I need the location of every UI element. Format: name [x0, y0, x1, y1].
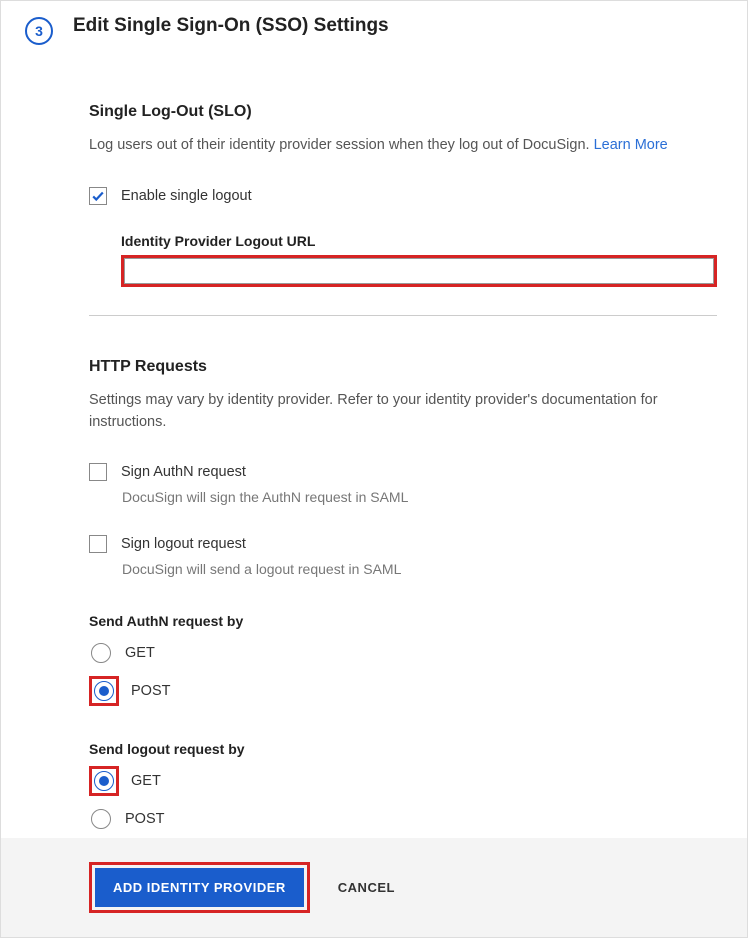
enable-slo-checkbox[interactable]	[89, 187, 107, 205]
sign-authn-label: Sign AuthN request	[121, 464, 246, 480]
sign-authn-sub: DocuSign will sign the AuthN request in …	[122, 489, 717, 505]
sign-logout-label: Sign logout request	[121, 536, 246, 552]
send-logout-post-label: POST	[125, 811, 164, 827]
sign-authn-row: Sign AuthN request	[89, 463, 717, 481]
send-authn-post-row: POST	[89, 677, 717, 705]
logout-url-input[interactable]	[124, 258, 714, 284]
logout-url-group: Identity Provider Logout URL	[121, 233, 717, 287]
page-title: Edit Single Sign-On (SSO) Settings	[73, 15, 389, 37]
send-logout-group-label: Send logout request by	[89, 741, 717, 757]
http-section-title: HTTP Requests	[89, 358, 717, 376]
send-logout-get-label: GET	[131, 773, 161, 789]
send-authn-post-highlight	[89, 676, 119, 706]
logout-url-highlight	[121, 255, 717, 287]
send-logout-post-wrapper	[89, 807, 113, 831]
send-authn-group-label: Send AuthN request by	[89, 613, 717, 629]
content-area: Single Log-Out (SLO) Log users out of th…	[1, 103, 747, 833]
learn-more-link[interactable]: Learn More	[594, 137, 668, 153]
add-identity-provider-button[interactable]: ADD IDENTITY PROVIDER	[95, 868, 304, 907]
sign-logout-checkbox[interactable]	[89, 535, 107, 553]
send-authn-get-label: GET	[125, 645, 155, 661]
slo-description: Log users out of their identity provider…	[89, 135, 717, 157]
sign-logout-row: Sign logout request	[89, 535, 717, 553]
sign-authn-checkbox[interactable]	[89, 463, 107, 481]
slo-section-title: Single Log-Out (SLO)	[89, 103, 717, 121]
step-indicator: 3	[25, 17, 53, 45]
enable-slo-row: Enable single logout	[89, 187, 717, 205]
send-logout-post-row: POST	[89, 805, 717, 833]
send-authn-get-wrapper	[89, 641, 113, 665]
send-logout-post-radio[interactable]	[91, 809, 111, 829]
send-authn-get-row: GET	[89, 639, 717, 667]
section-divider	[89, 315, 717, 316]
check-icon	[91, 189, 105, 203]
send-authn-post-radio[interactable]	[94, 681, 114, 701]
send-logout-get-highlight	[89, 766, 119, 796]
footer-bar: ADD IDENTITY PROVIDER CANCEL	[1, 838, 747, 937]
send-authn-get-radio[interactable]	[91, 643, 111, 663]
send-logout-get-radio[interactable]	[94, 771, 114, 791]
send-logout-get-row: GET	[89, 767, 717, 795]
send-authn-post-label: POST	[131, 683, 170, 699]
http-description: Settings may vary by identity provider. …	[89, 390, 717, 434]
add-provider-highlight: ADD IDENTITY PROVIDER	[89, 862, 310, 913]
cancel-button[interactable]: CANCEL	[338, 880, 395, 895]
enable-slo-label: Enable single logout	[121, 188, 252, 204]
page-header: 3 Edit Single Sign-On (SSO) Settings	[1, 1, 747, 45]
sign-logout-sub: DocuSign will send a logout request in S…	[122, 561, 717, 577]
step-number: 3	[35, 23, 43, 39]
logout-url-label: Identity Provider Logout URL	[121, 233, 717, 249]
